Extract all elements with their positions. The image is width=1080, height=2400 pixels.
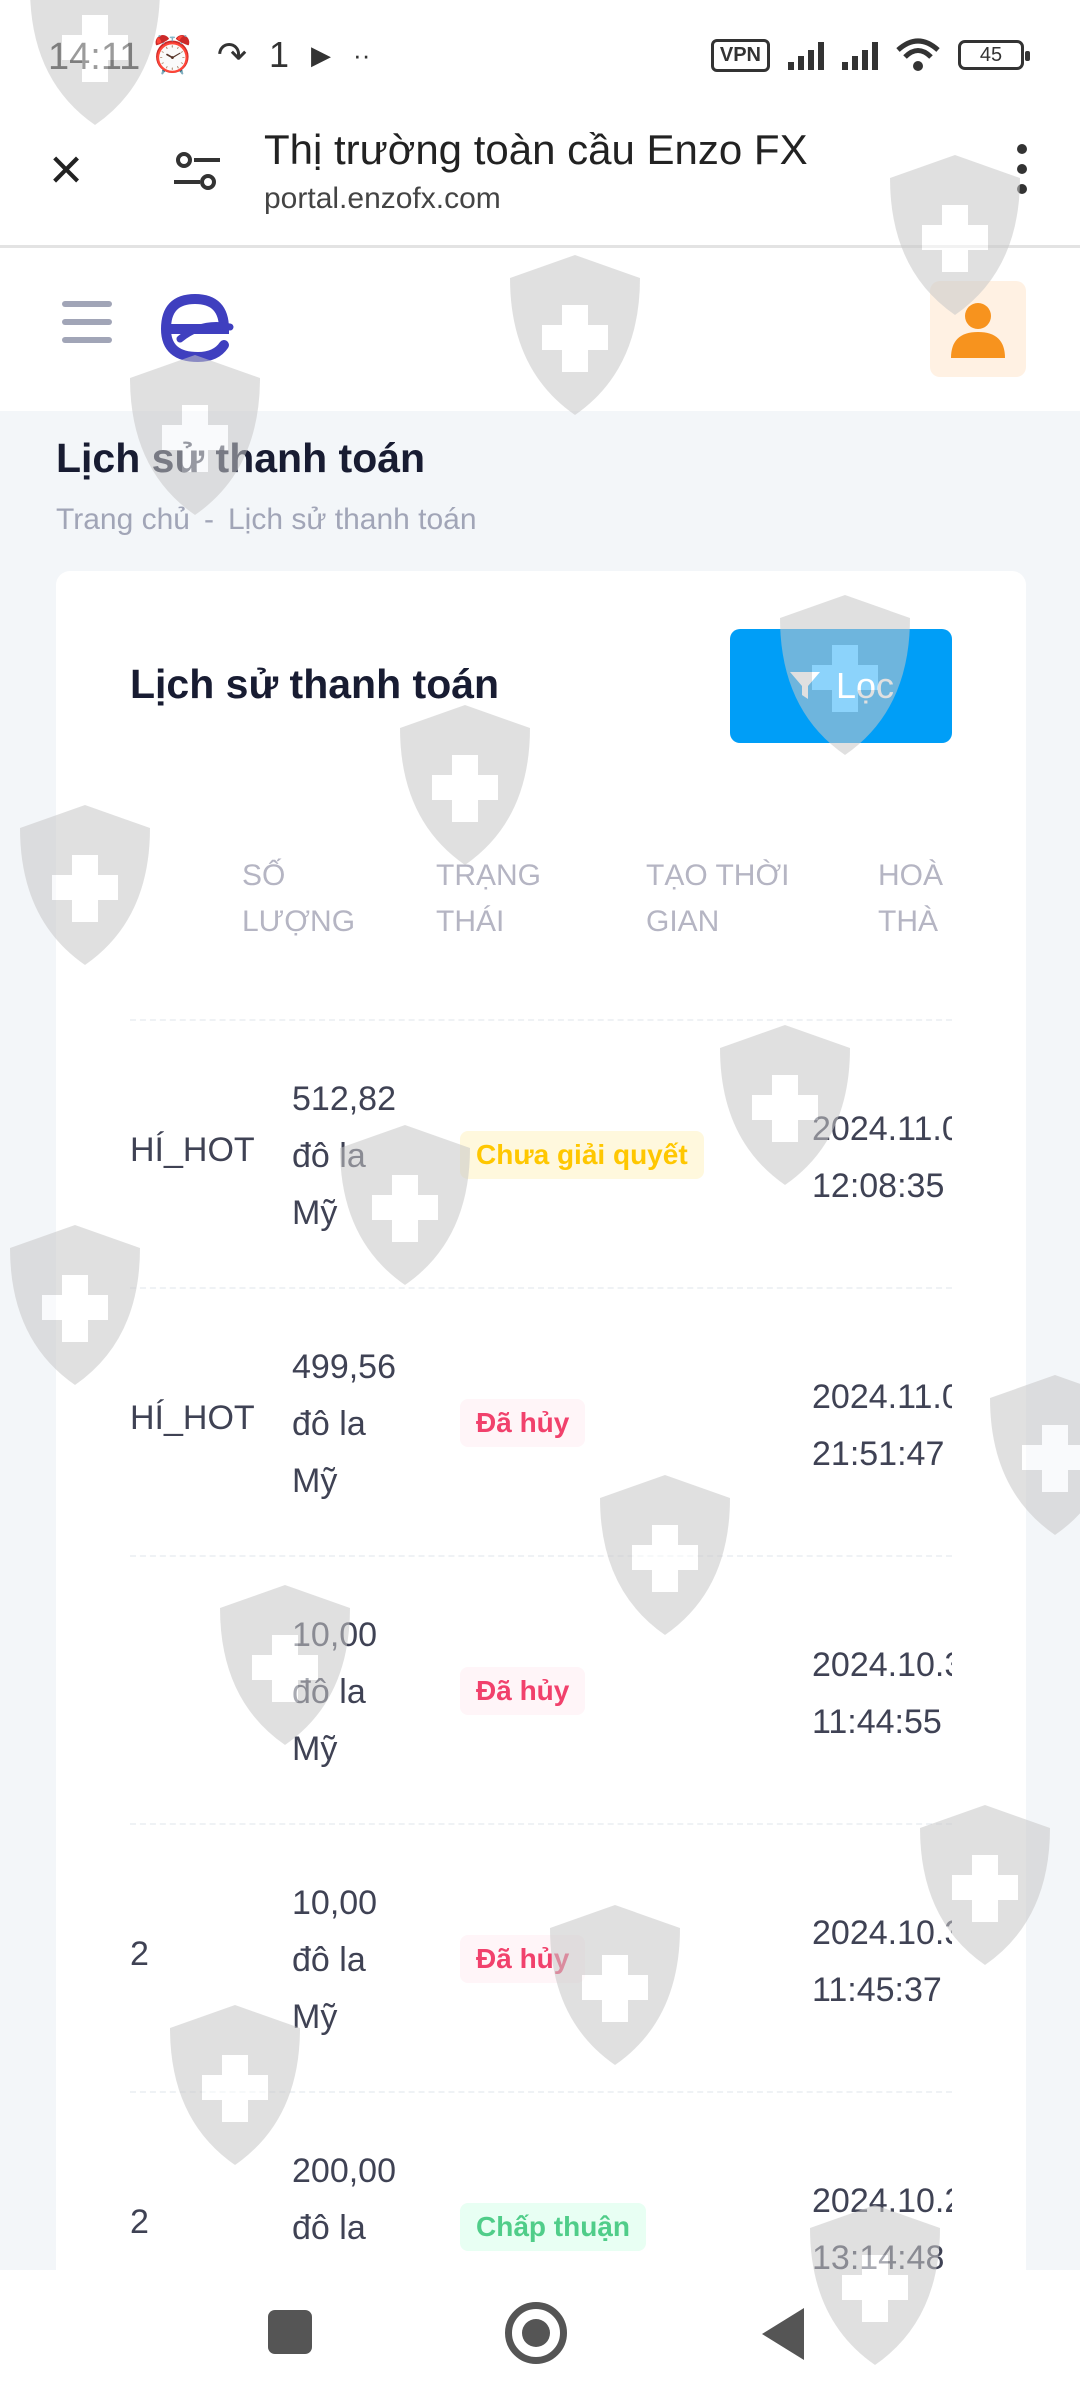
table-row[interactable]: HÍ_HOT 512,82 đô la Mỹ Chưa giải quyết 2…: [130, 1021, 952, 1289]
breadcrumb-home[interactable]: Trang chủ: [56, 503, 190, 537]
row-created: 2024.10.31 11:44:55: [812, 1637, 952, 1751]
col-completed[interactable]: HOÀ THÀ: [878, 853, 943, 945]
system-nav-bar: [0, 2270, 1080, 2400]
amount-unit: đô la: [292, 1405, 366, 1443]
missed-call-icon: ↷: [216, 34, 247, 75]
status-time: 14:11: [48, 36, 141, 78]
more-dots-icon: ··: [353, 39, 371, 70]
close-icon[interactable]: ×: [40, 141, 92, 199]
payment-table: SỐ LƯỢNG TRẠNG THÁI TẠO THỜI GIAN HOÀ TH…: [130, 831, 952, 2270]
browser-page-title: Thị trường toàn cầu Enzo FX: [264, 126, 808, 173]
row-amount: 200,00 đô la Mỹ: [292, 2143, 422, 2270]
nav-back-icon[interactable]: [762, 2308, 804, 2360]
amount-unit-2: Mỹ: [292, 1194, 338, 1232]
nav-recents-icon[interactable]: [268, 2310, 312, 2354]
row-created: 2024.11.05 21:51:47: [812, 1369, 952, 1483]
status-bar: 14:11 ⏰ ↷ 1 ▶ ·· VPN 45: [0, 0, 1080, 116]
status-badge: Đã hủy: [460, 1399, 586, 1447]
payment-history-card: Lịch sử thanh toán Lọc SỐ LƯỢNG TRẠNG TH…: [56, 571, 1026, 2270]
status-badge: Chấp thuận: [460, 2203, 646, 2251]
amount-value: 499,56: [292, 1348, 396, 1386]
created-date: 2024.10.31: [812, 1646, 952, 1684]
row-created: 2024.10.31 11:45:37: [812, 1905, 952, 2019]
breadcrumb: Trang chủ - Lịch sử thanh toán: [56, 503, 477, 537]
filter-button[interactable]: Lọc: [730, 629, 952, 743]
amount-unit-2: Mỹ: [292, 1730, 338, 1768]
created-date: 2024.10.29: [812, 2182, 952, 2220]
table-row[interactable]: HÍ_HOT 499,56 đô la Mỹ Đã hủy 2024.11.05…: [130, 1289, 952, 1557]
row-amount: 10,00 đô la Mỹ: [292, 1875, 422, 2046]
breadcrumb-separator: -: [203, 503, 214, 536]
created-time: 11:44:55: [812, 1703, 942, 1741]
table-row[interactable]: 10,00 đô la Mỹ Đã hủy 2024.10.31 11:44:5…: [130, 1557, 952, 1825]
status-badge: Đã hủy: [460, 1667, 586, 1715]
status-badge: Đã hủy: [460, 1935, 586, 1983]
user-silhouette-icon: [951, 303, 1005, 358]
row-type: HÍ_HOT: [130, 1131, 255, 1169]
page-title: Lịch sử thanh toán: [56, 435, 426, 481]
amount-value: 10,00: [292, 1884, 378, 1922]
row-type: 2: [130, 1935, 149, 1973]
created-date: 2024.11.07: [812, 1110, 952, 1148]
browser-url[interactable]: portal.enzofx.com: [264, 182, 501, 216]
created-date: 2024.11.05: [812, 1378, 952, 1416]
kebab-menu-icon[interactable]: [1012, 144, 1032, 194]
browser-toolbar: × Thị trường toàn cầu Enzo FX portal.enz…: [0, 116, 1080, 248]
nav-home-icon[interactable]: [505, 2302, 567, 2364]
amount-unit: đô la: [292, 1941, 366, 1979]
table-header: SỐ LƯỢNG TRẠNG THÁI TẠO THỜI GIAN HOÀ TH…: [130, 831, 952, 1021]
notification-count: 1: [269, 34, 290, 75]
row-amount: 10,00 đô la Mỹ: [292, 1607, 422, 1778]
amount-value: 512,82: [292, 1080, 396, 1118]
created-date: 2024.10.31: [812, 1914, 952, 1952]
wifi-icon: [896, 38, 940, 71]
status-left-icons: ⏰ ↷ 1 ▶ ··: [150, 34, 370, 76]
row-type: 2: [130, 2203, 149, 2241]
battery-icon: 45: [958, 40, 1030, 70]
hamburger-icon[interactable]: [62, 301, 112, 343]
col-created[interactable]: TẠO THỜI GIAN: [646, 853, 790, 945]
amount-unit: đô la: [292, 1137, 366, 1175]
status-badge: Chưa giải quyết: [460, 1131, 704, 1179]
amount-unit-2: Mỹ: [292, 2257, 422, 2270]
created-time: 12:08:35: [812, 1167, 945, 1205]
breadcrumb-current: Lịch sử thanh toán: [227, 503, 477, 536]
created-time: 11:45:37: [812, 1971, 942, 2009]
amount-value: 200,00: [292, 2152, 396, 2190]
signal-icon: [788, 40, 824, 70]
play-icon: ▶: [311, 39, 332, 70]
app-header: [0, 251, 1080, 411]
row-amount: 499,56 đô la Mỹ: [292, 1339, 422, 1510]
signal-icon-2: [842, 40, 878, 70]
row-created: 2024.11.07 12:08:35: [812, 1101, 952, 1215]
enzo-logo[interactable]: [150, 281, 240, 371]
amount-value: 10,00: [292, 1616, 378, 1654]
filter-label: Lọc: [835, 665, 895, 706]
row-amount: 512,82 đô la Mỹ: [292, 1071, 422, 1242]
amount-unit-2: Mỹ: [292, 1998, 338, 2036]
alarm-icon: ⏰: [150, 34, 195, 75]
created-time: 13:14:48: [812, 2239, 945, 2270]
amount-unit-2: Mỹ: [292, 1462, 338, 1500]
filter-icon: [789, 672, 820, 699]
vpn-badge: VPN: [710, 38, 770, 72]
status-right-icons: VPN 45: [710, 38, 1030, 72]
table-row[interactable]: 2 10,00 đô la Mỹ Đã hủy 2024.10.31 11:45…: [130, 1825, 952, 2093]
amount-unit: đô la: [292, 2209, 366, 2247]
table-row[interactable]: 2 200,00 đô la Mỹ Chấp thuận 2024.10.29 …: [130, 2093, 952, 2270]
user-avatar-icon[interactable]: [930, 281, 1026, 377]
amount-unit: đô la: [292, 1673, 366, 1711]
tune-icon[interactable]: [172, 152, 222, 192]
card-title: Lịch sử thanh toán: [130, 661, 500, 707]
col-amount[interactable]: SỐ LƯỢNG: [242, 853, 355, 945]
created-time: 21:51:47: [812, 1435, 945, 1473]
row-type: HÍ_HOT: [130, 1399, 255, 1437]
row-created: 2024.10.29 13:14:48: [812, 2173, 952, 2270]
col-status[interactable]: TRẠNG THÁI: [436, 853, 541, 945]
page-content: Lịch sử thanh toán Trang chủ - Lịch sử t…: [0, 411, 1080, 2270]
